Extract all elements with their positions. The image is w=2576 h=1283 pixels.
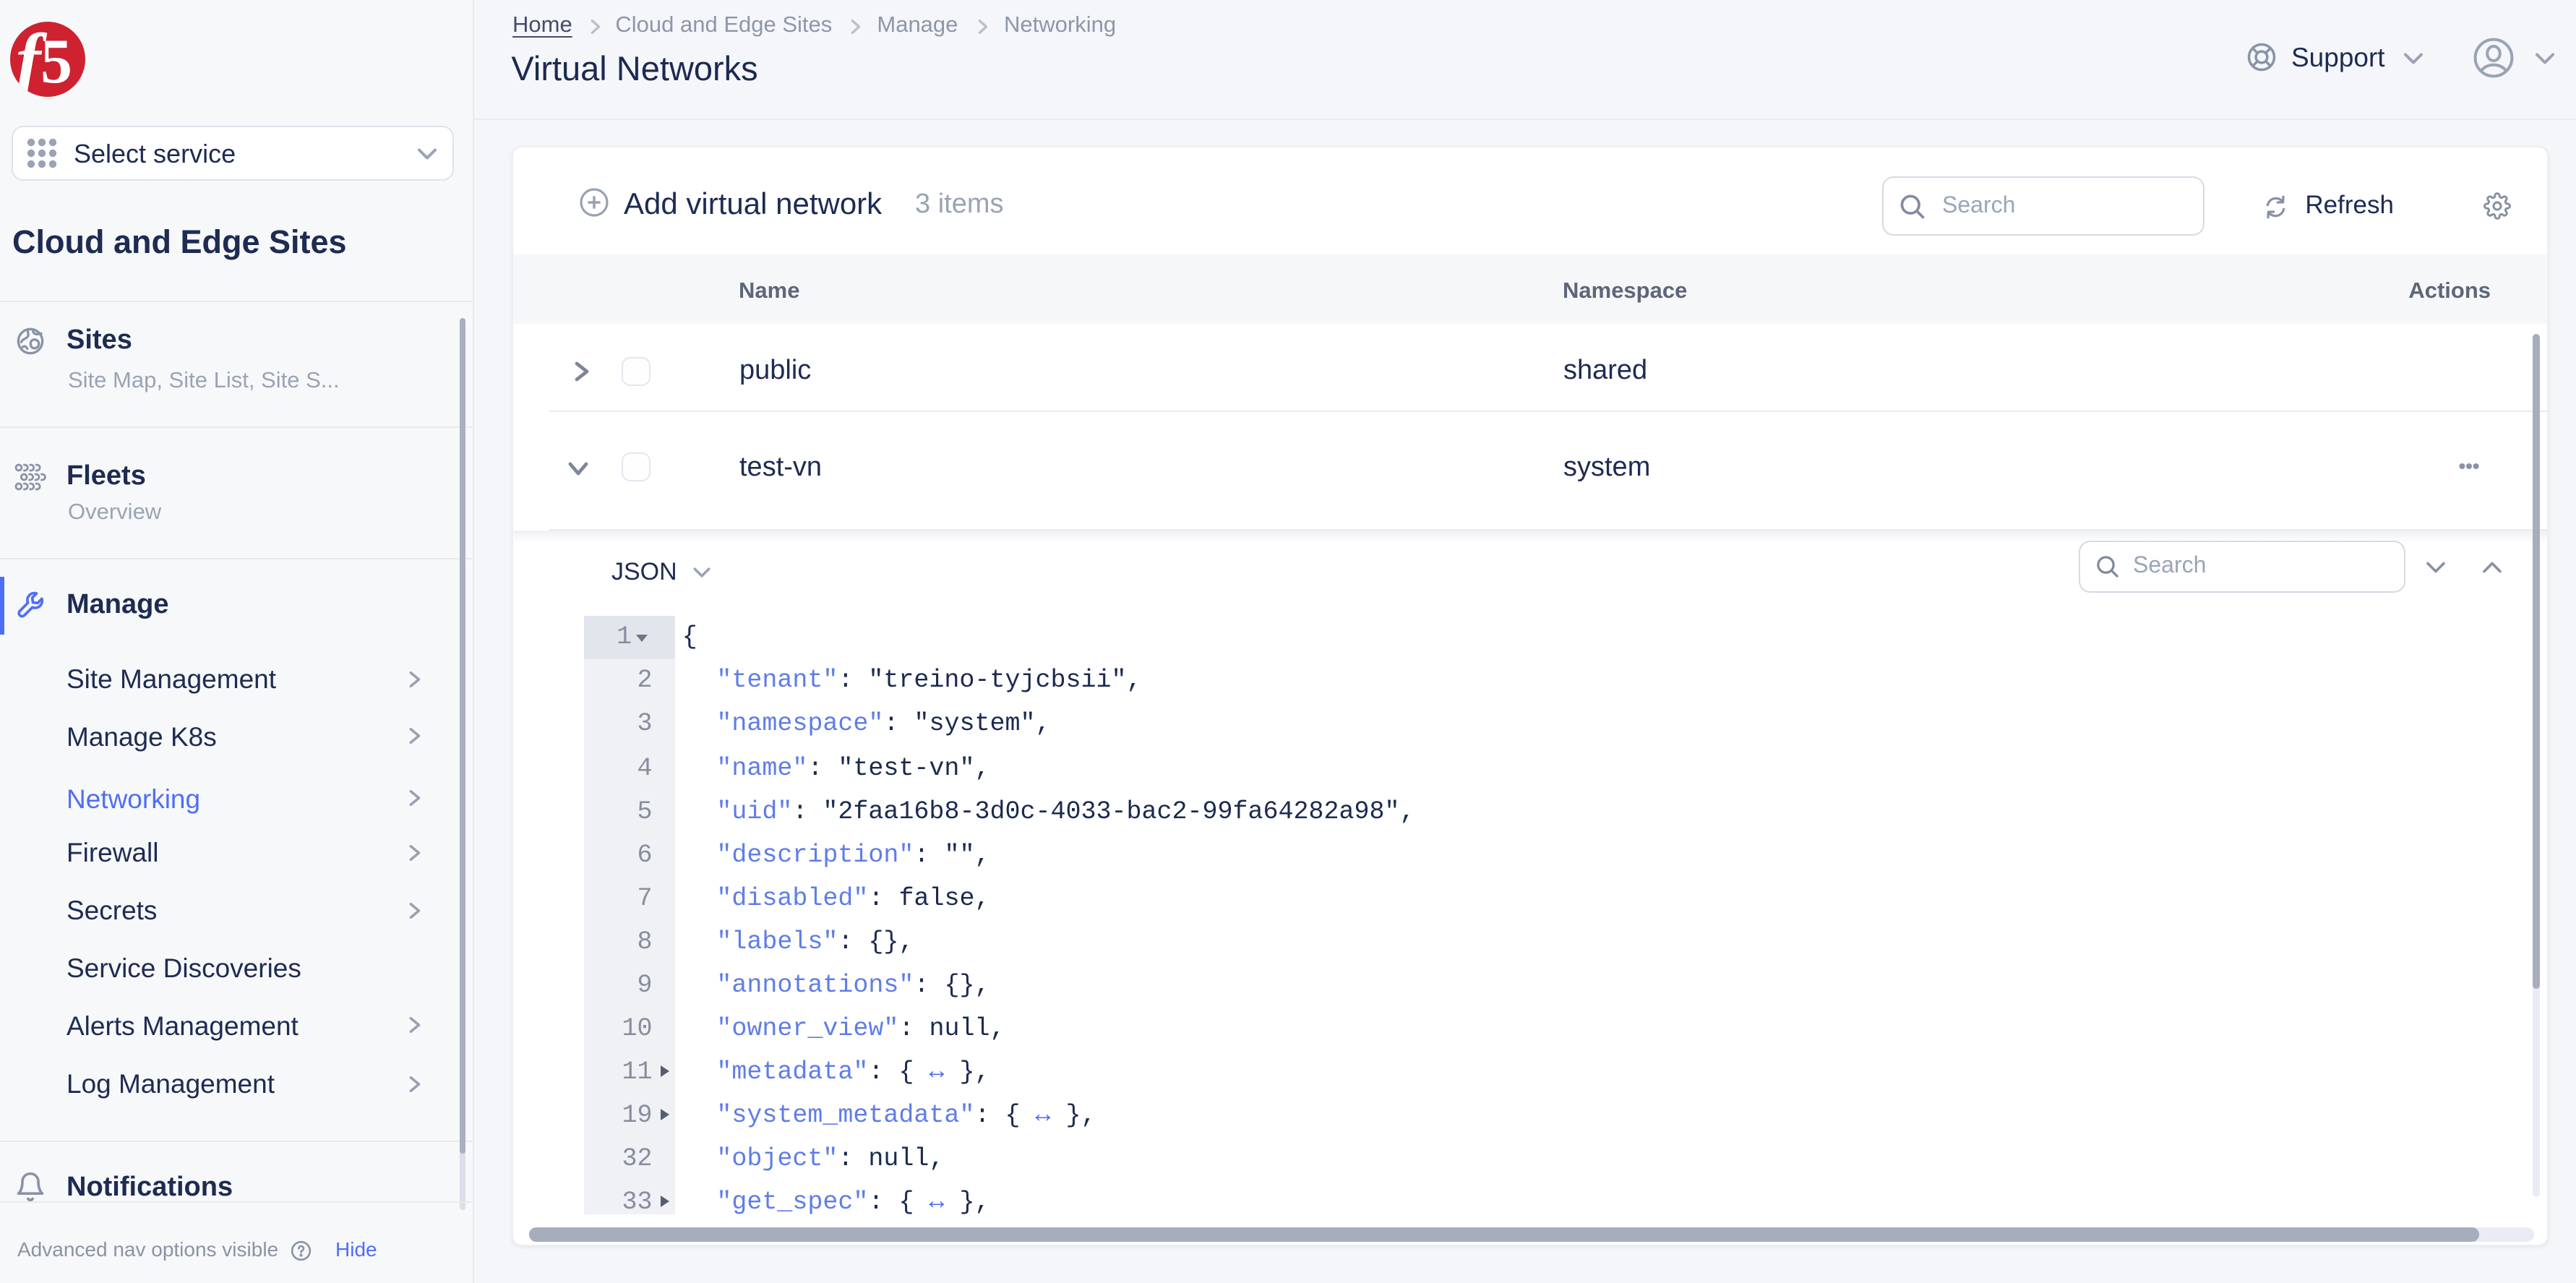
svg-text:5: 5 <box>40 27 72 97</box>
